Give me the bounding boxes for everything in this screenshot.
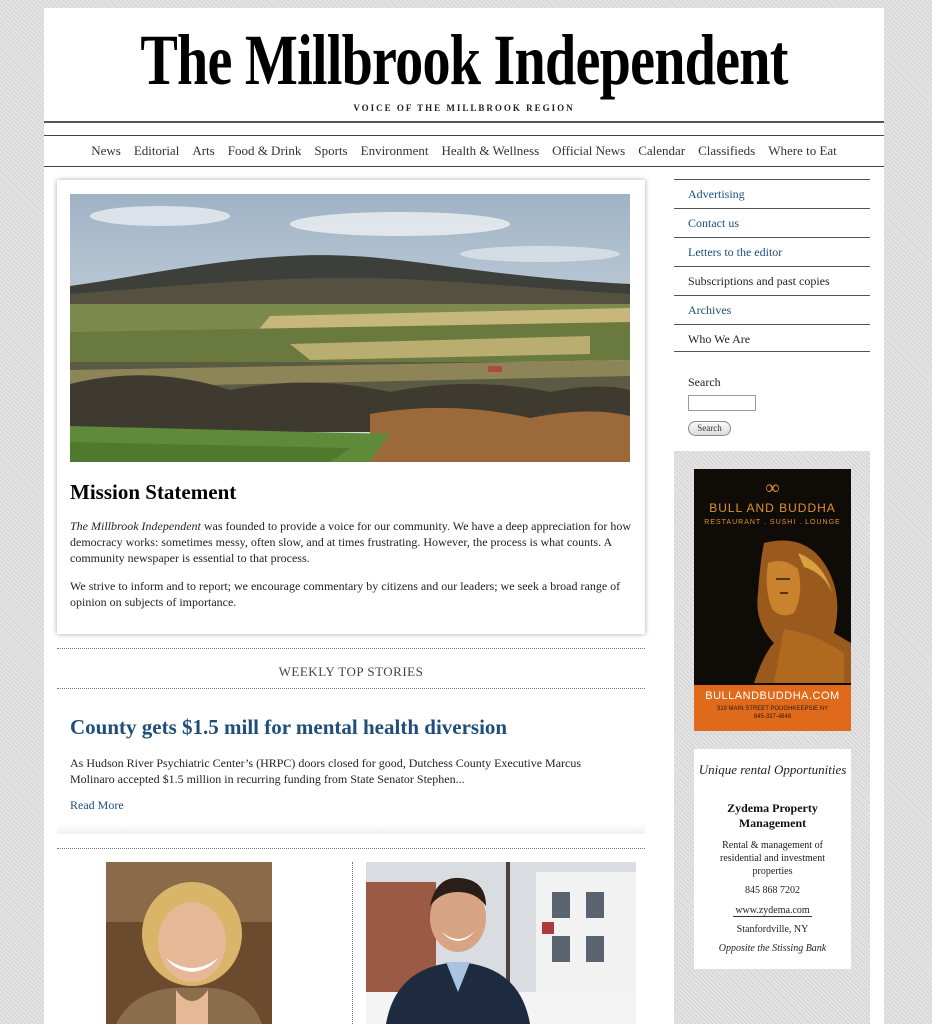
weekly-top-stories-heading: WEEKLY TOP STORIES	[278, 664, 424, 679]
masthead-rule	[44, 121, 884, 123]
mission-card: Mission Statement The Millbrook Independ…	[57, 180, 645, 634]
nav-calendar[interactable]: Calendar	[638, 143, 685, 159]
ad-bull-url: BULLANDBUDDHA.COM	[705, 690, 840, 702]
masthead: The Millbrook Independent VOICE OF THE M…	[44, 8, 884, 121]
nav-health-wellness[interactable]: Health & Wellness	[442, 143, 540, 159]
nav-news[interactable]: News	[91, 143, 121, 159]
page: The Millbrook Independent VOICE OF THE M…	[44, 8, 884, 1024]
sidebar-link-who-we-are[interactable]: Who We Are	[674, 324, 870, 352]
photos-divider-vertical	[352, 862, 353, 1024]
portrait-woman-illustration	[106, 862, 272, 1024]
zydema-description: Rental & management of residential and i…	[720, 840, 825, 877]
bull-and-buddha-ad[interactable]: ∞ BULL AND BUDDHA RESTAURANT . SUSHI . L…	[694, 469, 851, 731]
ad-bull-phone: 845-337-4848	[753, 714, 792, 720]
zydema-note: Opposite the Stissing Bank	[718, 943, 827, 954]
nav-where-to-eat[interactable]: Where to Eat	[768, 143, 837, 159]
buddha-statue-image	[694, 533, 851, 683]
bull-logo-icon: ∞	[765, 477, 780, 499]
story-excerpt: As Hudson River Psychiatric Center’s (HR…	[70, 756, 582, 786]
nav-environment[interactable]: Environment	[361, 143, 429, 159]
main-nav: News Editorial Arts Food & Drink Sports …	[44, 136, 884, 167]
mission-paragraph-1: The Millbrook Independent was founded to…	[70, 518, 632, 566]
ad-bull-subtitle: RESTAURANT . SUSHI . LOUNGE	[704, 519, 841, 526]
nav-editorial[interactable]: Editorial	[134, 143, 180, 159]
weekly-bottom-divider	[57, 688, 645, 689]
portrait-woman-photo[interactable]	[106, 862, 272, 1024]
zydema-phone: 845 868 7202	[745, 885, 800, 896]
ad-bull-name: BULL AND BUDDHA	[709, 501, 836, 515]
nav-classifieds[interactable]: Classifieds	[698, 143, 755, 159]
sidebar-link-advertising[interactable]: Advertising	[674, 179, 870, 207]
landscape-illustration	[70, 194, 630, 462]
zydema-city: Stanfordville, NY	[736, 924, 809, 935]
zydema-company: Zydema Property Management	[727, 801, 818, 830]
portrait-man-photo[interactable]	[366, 862, 636, 1024]
nav-food-drink[interactable]: Food & Drink	[228, 143, 302, 159]
search-label: Search	[688, 375, 721, 389]
ads-area: ∞ BULL AND BUDDHA RESTAURANT . SUSHI . L…	[674, 451, 870, 1024]
story-headline-link[interactable]: County gets $1.5 mill for mental health …	[70, 715, 507, 740]
nav-arts[interactable]: Arts	[192, 143, 214, 159]
sidebar-link-archives[interactable]: Archives	[674, 295, 870, 323]
site-tagline: VOICE OF THE MILLBROOK REGION	[353, 103, 575, 113]
site-title[interactable]: The Millbrook Independent	[136, 22, 791, 98]
zydema-url[interactable]: www.zydema.com	[694, 905, 851, 917]
zydema-url-text[interactable]: www.zydema.com	[733, 905, 812, 917]
zydema-tagline: Unique rental Opportunities	[698, 762, 847, 777]
nav-sports[interactable]: Sports	[314, 143, 347, 159]
zydema-ad[interactable]: Unique rental Opportunities Zydema Prope…	[694, 749, 851, 969]
paper-name-italic: The Millbrook Independent	[70, 519, 201, 533]
sidebar-link-subscriptions[interactable]: Subscriptions and past copies	[674, 266, 870, 294]
read-more-link[interactable]: Read More	[70, 798, 124, 813]
search-input[interactable]	[688, 395, 756, 411]
hero-landscape-image	[70, 194, 630, 462]
sidebar: Advertising Contact us Letters to the ed…	[674, 179, 870, 1024]
story-card-shadow	[57, 824, 645, 834]
ad-bull-address-line: 319 MAIN STREET POUGHKEEPSIE NY	[716, 706, 829, 712]
search-button[interactable]: Search	[688, 421, 731, 436]
mission-paragraph-2: We strive to inform and to report; we en…	[70, 579, 621, 609]
nav-official-news[interactable]: Official News	[552, 143, 625, 159]
ad-bull-address: 319 MAIN STREET POUGHKEEPSIE NY 845-337-…	[694, 705, 851, 721]
mission-title: Mission Statement	[70, 480, 237, 504]
photos-divider-top	[57, 848, 645, 849]
sidebar-link-contact[interactable]: Contact us	[674, 208, 870, 236]
sidebar-link-letters[interactable]: Letters to the editor	[674, 237, 870, 265]
portrait-man-illustration	[366, 862, 636, 1024]
weekly-top-divider	[57, 648, 645, 649]
